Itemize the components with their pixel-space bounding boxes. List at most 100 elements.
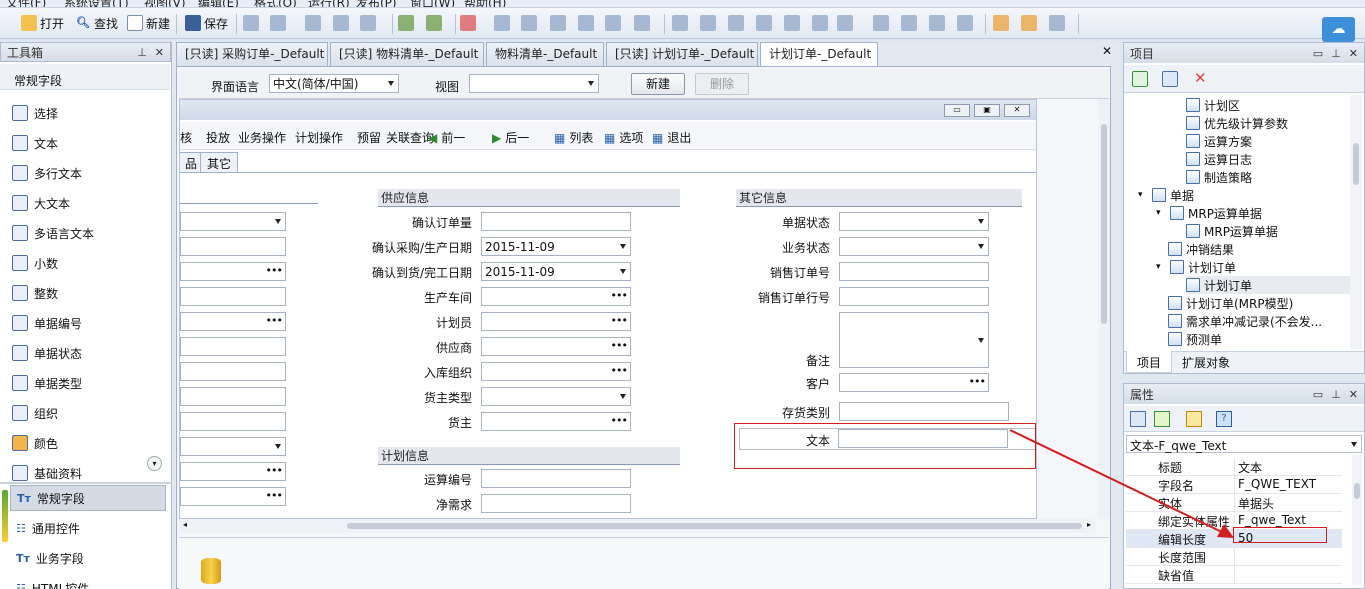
property-row[interactable]: 长度范围 bbox=[1126, 548, 1342, 566]
property-row[interactable]: 缺省值 bbox=[1126, 566, 1342, 584]
left-field-1[interactable] bbox=[180, 212, 286, 231]
other-field-input[interactable] bbox=[839, 262, 989, 281]
form-toolbar-item-9[interactable]: ▦ 列表 bbox=[554, 129, 593, 146]
supply-field-input[interactable]: ••• bbox=[481, 362, 631, 381]
open-button[interactable]: 打开 bbox=[18, 12, 67, 34]
form-toolbar-item-3[interactable]: 业务操作 bbox=[238, 129, 286, 146]
bring-front-icon[interactable] bbox=[993, 15, 1009, 31]
other-field-input[interactable] bbox=[839, 402, 1009, 421]
menu-item[interactable]: 帮助(H) bbox=[464, 0, 506, 7]
redo-icon[interactable] bbox=[426, 15, 442, 31]
export-icon[interactable] bbox=[360, 15, 376, 31]
tree-scrollbar[interactable] bbox=[1350, 95, 1362, 349]
form-toolbar-item-5[interactable]: 预留 bbox=[357, 129, 381, 146]
toolbox-item-7[interactable]: 整数 bbox=[12, 282, 58, 304]
doc-tab-5[interactable]: 计划订单-_Default bbox=[760, 42, 878, 67]
left-field-3[interactable]: ••• bbox=[180, 262, 286, 281]
menu-item[interactable]: 编辑(E) bbox=[198, 0, 239, 7]
toolbox-item-2[interactable]: 文本 bbox=[12, 132, 58, 154]
toolbox-item-13[interactable]: 基础资料 bbox=[12, 462, 82, 484]
align-right-icon[interactable] bbox=[700, 15, 716, 31]
doc-tab-2[interactable]: [只读] 物料清单-_Default bbox=[330, 42, 484, 66]
new-button[interactable]: 新建 bbox=[124, 12, 173, 34]
align-left-icon[interactable] bbox=[494, 15, 510, 31]
toolbox-group-1[interactable]: Tт 常规字段 bbox=[10, 485, 166, 511]
menu-item[interactable]: 系统设置(T) bbox=[64, 0, 129, 7]
tree-node[interactable]: MRP运算单据 bbox=[1186, 222, 1278, 240]
supply-field-input[interactable] bbox=[481, 387, 631, 406]
distribute-icon[interactable] bbox=[578, 15, 594, 31]
left-field-4[interactable] bbox=[180, 287, 286, 306]
toolbox-item-3[interactable]: 多行文本 bbox=[12, 162, 82, 184]
toolbox-group-2[interactable]: ☷ 通用控件 bbox=[10, 515, 166, 541]
size-h-icon[interactable] bbox=[812, 15, 828, 31]
toolbox-item-1[interactable]: 选择 bbox=[12, 102, 58, 124]
project-tab-2[interactable]: 扩展对象 bbox=[1172, 351, 1240, 373]
tree-node[interactable]: ▾ 计划订单 bbox=[1156, 258, 1236, 276]
delete-icon[interactable] bbox=[1049, 15, 1065, 31]
horizontal-scrollbar[interactable]: ◂ ▸ bbox=[179, 519, 1095, 533]
menu-item[interactable]: 文件(F) bbox=[6, 0, 46, 7]
menu-item[interactable]: 发布(P) bbox=[356, 0, 397, 7]
window-close-icon[interactable]: ✕ bbox=[1004, 104, 1030, 117]
view-select[interactable] bbox=[469, 74, 599, 93]
left-field-11[interactable]: ••• bbox=[180, 462, 286, 481]
close-icon[interactable]: ✕ bbox=[1349, 47, 1358, 60]
align-top-icon[interactable] bbox=[672, 15, 688, 31]
other-field-input[interactable]: ••• bbox=[839, 373, 989, 392]
left-field-5[interactable]: ••• bbox=[180, 312, 286, 331]
plan-field-input[interactable] bbox=[481, 494, 631, 513]
doc-tab-1[interactable]: [只读] 采购订单-_Default bbox=[176, 42, 328, 66]
pin-icon[interactable]: ⊥ bbox=[1331, 388, 1341, 401]
other-field-input[interactable] bbox=[839, 237, 989, 256]
undo-icon[interactable] bbox=[398, 15, 414, 31]
tree-node[interactable]: 运算方案 bbox=[1186, 132, 1252, 150]
form-toolbar-item-6[interactable]: 关联查询 bbox=[386, 129, 434, 146]
form-toolbar-item-10[interactable]: ▦ 选项 bbox=[604, 129, 643, 146]
menu-item[interactable]: 格式(O) bbox=[254, 0, 297, 7]
layout-icon[interactable] bbox=[873, 15, 889, 31]
close-icon[interactable]: ✕ bbox=[155, 46, 164, 59]
form-toolbar-item-2[interactable]: 投放 bbox=[206, 129, 230, 146]
list-icon[interactable] bbox=[305, 15, 321, 31]
grid-snap-icon[interactable] bbox=[837, 15, 853, 31]
form-toolbar-item-4[interactable]: 计划操作 bbox=[295, 129, 343, 146]
delete-icon[interactable]: ✕ bbox=[1194, 69, 1207, 87]
scroll-down-icon[interactable]: ▾ bbox=[147, 456, 162, 471]
form-toolbar-item-1[interactable]: 核 bbox=[180, 129, 192, 146]
toolbox-item-8[interactable]: 单据编号 bbox=[12, 312, 82, 334]
spacing-v-icon[interactable] bbox=[634, 15, 650, 31]
toolbox-item-6[interactable]: 小数 bbox=[12, 252, 58, 274]
form-toolbar-item-11[interactable]: ▦ 退出 bbox=[652, 129, 691, 146]
tree-node[interactable]: 需求单冲减记录(不会发... bbox=[1168, 312, 1322, 330]
menu-item[interactable]: 视图(V) bbox=[144, 0, 186, 7]
layout-c-icon[interactable] bbox=[957, 15, 973, 31]
plan-field-input[interactable] bbox=[481, 469, 631, 488]
tree-node[interactable]: 计划订单(MRP模型) bbox=[1168, 294, 1293, 312]
supply-field-input[interactable] bbox=[481, 212, 631, 231]
size-w-icon[interactable] bbox=[784, 15, 800, 31]
tree-node[interactable]: 制造策略 bbox=[1186, 168, 1252, 186]
toolbox-group-4[interactable]: ☷ HTML控件 bbox=[10, 575, 166, 589]
tree-node[interactable]: 预测单 bbox=[1168, 330, 1222, 348]
pin-icon[interactable]: ⊥ bbox=[1331, 47, 1341, 60]
left-field-7[interactable] bbox=[180, 362, 286, 381]
supply-field-input[interactable]: 2015-11-09 bbox=[481, 237, 631, 256]
other-field-input[interactable] bbox=[839, 287, 989, 306]
left-field-6[interactable] bbox=[180, 337, 286, 356]
toolbox-item-11[interactable]: 组织 bbox=[12, 402, 58, 424]
expand-icon[interactable]: ▾ bbox=[1138, 190, 1148, 200]
save-button[interactable]: 保存 bbox=[182, 12, 231, 34]
form-toolbar-item-8[interactable]: ▶ 后一 bbox=[492, 129, 529, 146]
toolbox-item-10[interactable]: 单据类型 bbox=[12, 372, 82, 394]
maximize-panel-icon[interactable]: ▭ bbox=[1313, 47, 1323, 60]
size-icon[interactable] bbox=[756, 15, 772, 31]
left-field-9[interactable] bbox=[180, 412, 286, 431]
form-toolbar-item-7[interactable]: ◀ 前一 bbox=[428, 129, 465, 146]
doc-tab-4[interactable]: [只读] 计划订单-_Default bbox=[606, 42, 758, 66]
left-field-2[interactable] bbox=[180, 237, 286, 256]
align-center-icon[interactable] bbox=[521, 15, 537, 31]
toolbox-group-3[interactable]: Tт 业务字段 bbox=[10, 545, 166, 571]
left-field-8[interactable] bbox=[180, 387, 286, 406]
cut-icon[interactable] bbox=[460, 15, 476, 31]
